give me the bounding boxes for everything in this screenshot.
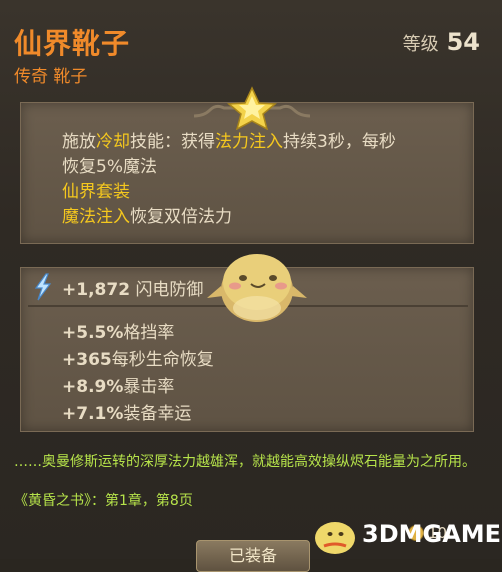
equipped-button[interactable]: 已装备 [196, 540, 310, 572]
stat-value: +365 [62, 350, 112, 370]
stat-value: +7.1% [62, 404, 124, 424]
stat-value: +8.9% [62, 377, 124, 397]
item-name: 仙界靴子 [14, 27, 131, 60]
level-value: 54 [446, 28, 480, 56]
lore-text: ……奥曼修斯运转的深厚法力越雄浑，就越能高效操纵烬石能量为之所用。 [14, 454, 476, 470]
watermark-text: 3DMGAME [362, 520, 502, 548]
stat-label: 格挡率 [123, 323, 175, 343]
stat-main-label: 闪电防御 [135, 280, 204, 300]
ability-keyword-cooldown: 冷却 [96, 132, 130, 152]
level-label: 等级 [402, 34, 439, 55]
item-rarity-type: 传奇 靴子 [14, 67, 88, 87]
stat-crit-rate: +8.9%暴击率 [62, 372, 174, 397]
lore-source: 《黄昏之书》：第1章，第8页 [14, 493, 193, 509]
ability-text-1: 施放 [62, 132, 96, 152]
set-bonus-text: 恢复双倍法力 [130, 207, 232, 227]
set-bonus-keyword: 魔法注入 [62, 207, 130, 227]
stat-label: 暴击率 [123, 377, 175, 397]
watermark-logo-icon [315, 522, 355, 554]
star-ornament-icon [193, 86, 311, 130]
item-tooltip: 仙界靴子 传奇 靴子 等级 54 施放冷却技能：获得法力注入持续3秒，每秒恢复5… [0, 0, 502, 572]
stat-main-lightning-defense: +1,872 闪电防御 [62, 275, 203, 300]
ability-text-2: 技能：获得 [130, 132, 215, 152]
stat-life-regen: +365每秒生命恢复 [62, 345, 214, 370]
stat-main-value: +1,872 [62, 280, 131, 300]
stat-equip-luck: +7.1%装备幸运 [62, 399, 191, 424]
ability-keyword-mana-infusion: 法力注入 [215, 132, 283, 152]
stat-value: +5.5% [62, 323, 124, 343]
ability-description: 施放冷却技能：获得法力注入持续3秒，每秒恢复5%魔法 [62, 130, 402, 180]
watermark: 3DMGAME [310, 512, 502, 556]
lightning-icon [34, 273, 52, 301]
mascot-chick-image [207, 254, 307, 322]
set-bonus: 魔法注入恢复双倍法力 [62, 205, 232, 230]
item-level: 等级 54 [403, 28, 480, 56]
set-info: 仙界套装 魔法注入恢复双倍法力 [62, 180, 232, 230]
set-name: 仙界套装 [62, 182, 130, 202]
stat-label: 装备幸运 [123, 404, 192, 424]
stat-block-rate: +5.5%格挡率 [62, 318, 174, 343]
stat-label: 每秒生命恢复 [111, 350, 214, 370]
